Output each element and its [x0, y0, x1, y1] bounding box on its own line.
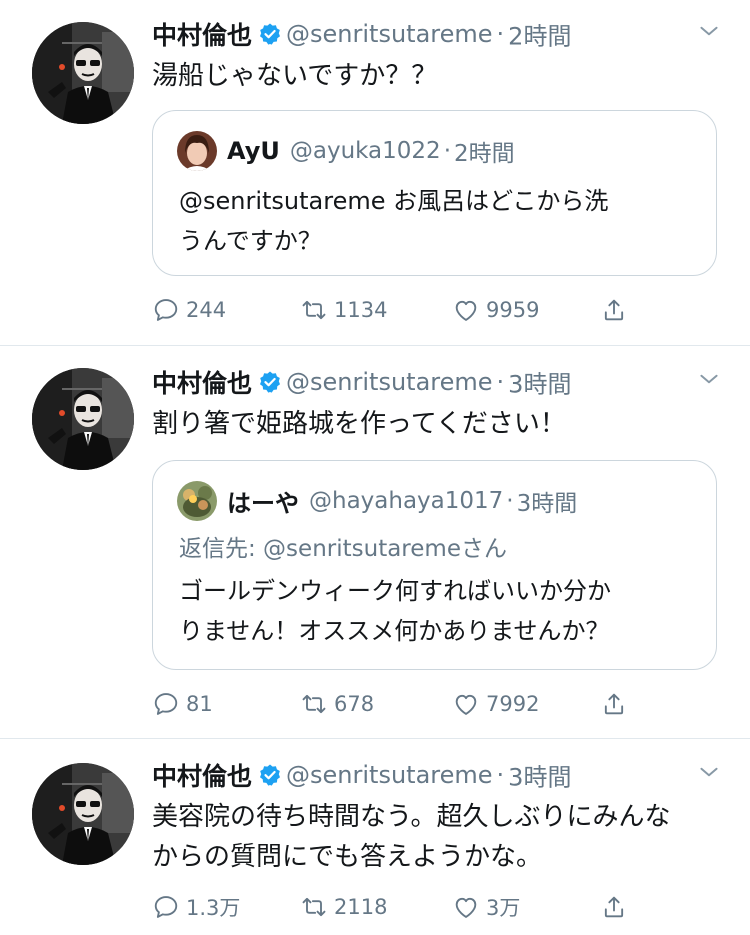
tweet-actions: 1.3万 2118 3万	[152, 887, 712, 927]
tweet-actions: 81 678 7992	[152, 684, 712, 724]
heart-icon	[452, 296, 480, 324]
reply-button[interactable]: 81	[152, 684, 213, 724]
like-button[interactable]: 9959	[452, 290, 539, 330]
retweet-button[interactable]: 678	[300, 684, 374, 724]
like-button[interactable]: 7992	[452, 684, 539, 724]
retweet-icon	[300, 296, 328, 324]
quoted-timestamp: 3時間	[516, 491, 578, 517]
separator-dot: ·	[506, 488, 514, 514]
tweet-text-line: 美容院の待ち時間なう。超久しぶりにみんな	[152, 802, 671, 832]
reply-to-label: 返信先: @senritsutaremeさん	[179, 536, 507, 562]
like-count: 7992	[486, 692, 540, 716]
timestamp[interactable]: 3時間	[508, 371, 571, 399]
quoted-tweet[interactable]: AyU @ayuka1022 · 2時間 @senritsutareme お風呂はどこ…	[152, 110, 717, 276]
share-icon	[600, 690, 628, 718]
retweet-count: 2118	[334, 895, 388, 919]
share-button[interactable]	[600, 887, 628, 927]
reply-button[interactable]: 244	[152, 290, 226, 330]
quoted-tweet-text: ゴールデンウィーク何すればいいか分か りません！オススメ何かありませんか？	[179, 571, 690, 651]
user-handle[interactable]: @senritsutareme	[286, 20, 493, 48]
quoted-tweet-text: @senritsutareme お風呂はどこから洗 うんですか？	[179, 181, 690, 261]
tweet-text-line: からの質問にでも答えようかな。	[152, 842, 543, 872]
reply-count: 244	[186, 298, 227, 322]
quoted-tweet[interactable]: はーや @hayahaya1017 · 3時間 返信先: @senritsutarem…	[152, 460, 717, 670]
chevron-down-icon[interactable]	[696, 18, 722, 44]
retweet-button[interactable]: 1134	[300, 290, 387, 330]
timestamp[interactable]: 2時間	[508, 23, 571, 51]
share-icon	[600, 296, 628, 324]
timestamp[interactable]: 3時間	[508, 764, 571, 792]
user-handle[interactable]: @senritsutareme	[286, 368, 493, 396]
tweet[interactable]: 中村倫也 @senritsutareme · 2時間 湯船じゃないですか？？ AyU @…	[0, 0, 750, 345]
quoted-text-line: ゴールデンウィーク何すればいいか分か	[179, 577, 611, 605]
tweet[interactable]: 中村倫也 @senritsutareme · 3時間 割り箸で姫路城を作ってください！…	[0, 346, 750, 738]
tweet-text: 美容院の待ち時間なう。超久しぶりにみんな からの質問にでも答えようかな。	[152, 797, 720, 877]
retweet-count: 1134	[334, 298, 388, 322]
chevron-down-icon[interactable]	[696, 366, 722, 392]
quoted-timestamp: 2時間	[454, 141, 515, 167]
quoted-user-avatar-icon	[177, 131, 217, 171]
tweet-text: 割り箸で姫路城を作ってください！	[152, 409, 566, 439]
tweet-actions: 244 1134 9959	[152, 290, 712, 330]
quoted-text-line: @senritsutareme お風呂はどこから洗	[179, 187, 609, 215]
retweet-count: 678	[334, 692, 375, 716]
like-count: 9959	[486, 298, 540, 322]
separator-dot: ·	[496, 20, 505, 48]
separator-dot: ·	[443, 138, 451, 164]
quoted-user-handle: @ayuka1022	[289, 138, 441, 164]
share-icon	[600, 893, 628, 921]
reply-button[interactable]: 1.3万	[152, 887, 240, 927]
tweet-header: 中村倫也 @senritsutareme · 3時間	[152, 757, 722, 797]
like-button[interactable]: 3万	[452, 887, 520, 927]
verified-badge-icon	[258, 763, 282, 787]
user-handle[interactable]: @senritsutareme	[286, 761, 493, 789]
tweet-text: 湯船じゃないですか？？	[152, 61, 438, 91]
avatar-man-sunglasses-icon[interactable]	[32, 368, 134, 470]
share-button[interactable]	[600, 684, 628, 724]
reply-icon	[152, 690, 180, 718]
retweet-icon	[300, 690, 328, 718]
user-name[interactable]: 中村倫也	[152, 369, 252, 398]
user-name[interactable]: 中村倫也	[152, 21, 252, 50]
retweet-button[interactable]: 2118	[300, 887, 387, 927]
reply-icon	[152, 893, 180, 921]
quoted-user-handle: @hayahaya1017	[309, 488, 504, 514]
like-count: 3万	[486, 896, 521, 920]
heart-icon	[452, 893, 480, 921]
quoted-user-avatar-icon	[177, 481, 217, 521]
retweet-icon	[300, 893, 328, 921]
reply-count: 81	[186, 692, 213, 716]
user-name[interactable]: 中村倫也	[152, 762, 252, 791]
share-button[interactable]	[600, 290, 628, 330]
avatar-man-sunglasses-icon[interactable]	[32, 22, 134, 124]
avatar-man-sunglasses-icon[interactable]	[32, 763, 134, 865]
quoted-text-line: りません！オススメ何かありませんか？	[179, 617, 610, 645]
verified-badge-icon	[258, 370, 282, 394]
reply-count: 1.3万	[186, 896, 241, 920]
separator-dot: ·	[496, 761, 505, 789]
chevron-down-icon[interactable]	[696, 759, 722, 785]
quoted-tweet-header: AyU @ayuka1022 · 2時間	[177, 131, 515, 171]
quoted-user-name: AyU	[227, 137, 280, 165]
tweet-header: 中村倫也 @senritsutareme · 3時間	[152, 364, 722, 404]
separator-dot: ·	[496, 368, 505, 396]
quoted-tweet-header: はーや @hayahaya1017 · 3時間	[177, 481, 577, 521]
heart-icon	[452, 690, 480, 718]
tweet-header: 中村倫也 @senritsutareme · 2時間	[152, 16, 722, 56]
quoted-user-name: はーや	[227, 489, 299, 518]
reply-icon	[152, 296, 180, 324]
quoted-text-line: うんですか？	[179, 227, 322, 255]
tweet[interactable]: 中村倫也 @senritsutareme · 3時間 美容院の待ち時間なう。超久しぶり…	[0, 739, 750, 935]
verified-badge-icon	[258, 22, 282, 46]
